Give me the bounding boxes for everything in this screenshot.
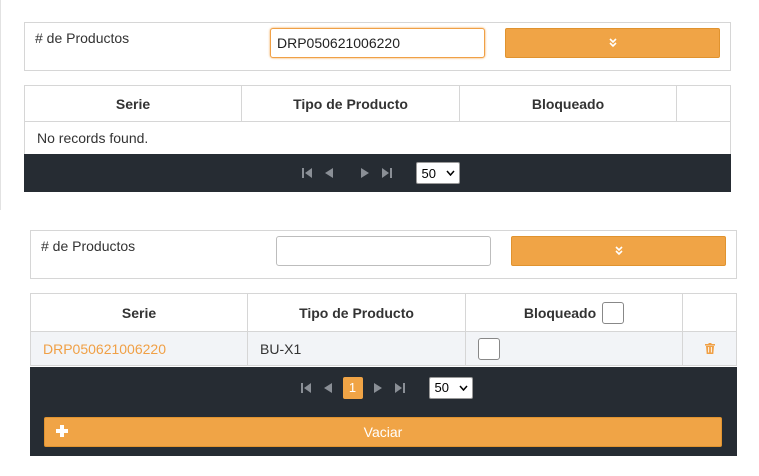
- bloqueado-checkbox[interactable]: [478, 337, 500, 360]
- last-page-icon[interactable]: [376, 162, 398, 184]
- vaciar-label: Vaciar: [363, 424, 403, 440]
- prev-page-icon[interactable]: [318, 162, 340, 184]
- next-page-icon[interactable]: [367, 377, 389, 399]
- table-row[interactable]: DRP050621006220 BU-X1: [31, 332, 736, 366]
- rows-per-page-select[interactable]: 50: [428, 376, 473, 399]
- col-bloqueado-label: Bloqueado: [523, 304, 597, 321]
- actions-cell: [683, 332, 736, 365]
- prev-page-icon[interactable]: [317, 377, 339, 399]
- products-input[interactable]: [276, 236, 491, 266]
- vaciar-button[interactable]: Vaciar: [44, 417, 722, 447]
- rows-per-page-select[interactable]: 50: [415, 162, 460, 184]
- col-tipo-producto[interactable]: Tipo de Producto: [248, 294, 466, 331]
- first-page-icon[interactable]: [295, 377, 317, 399]
- expand-button[interactable]: [511, 236, 726, 266]
- trash-icon[interactable]: [704, 343, 715, 354]
- next-page-icon[interactable]: [354, 162, 376, 184]
- products-input[interactable]: DRP050621006220: [270, 28, 485, 58]
- lower-footer: Vaciar: [30, 408, 737, 456]
- col-serie[interactable]: Serie: [31, 294, 248, 331]
- tipo-cell: BU-X1: [248, 332, 466, 365]
- chevron-down-icon: [458, 385, 468, 391]
- products-label: # de Productos: [41, 238, 136, 254]
- bloqueado-cell: [466, 332, 683, 365]
- rows-per-page-value: 50: [434, 380, 449, 395]
- first-page-icon[interactable]: [296, 162, 318, 184]
- lower-filter-panel: # de Productos: [30, 230, 737, 279]
- table-header: Serie Tipo de Producto Bloqueado: [31, 294, 736, 332]
- upper-paginator: 50: [24, 154, 731, 192]
- table-header: Serie Tipo de Producto Bloqueado: [25, 86, 730, 122]
- upper-filter-panel: # de Productos DRP050621006220: [24, 22, 731, 71]
- expand-button[interactable]: [505, 28, 720, 58]
- col-bloqueado[interactable]: Bloqueado: [460, 86, 677, 121]
- products-label: # de Productos: [35, 30, 130, 46]
- col-serie[interactable]: Serie: [25, 86, 242, 121]
- last-page-icon[interactable]: [389, 377, 411, 399]
- rows-per-page-value: 50: [421, 165, 436, 181]
- serie-link[interactable]: DRP050621006220: [43, 341, 166, 357]
- double-chevron-down-icon: [608, 38, 617, 48]
- col-actions: [677, 86, 730, 121]
- chevron-down-icon: [445, 170, 455, 176]
- bloqueado-all-checkbox[interactable]: [602, 301, 625, 324]
- col-actions: [683, 294, 736, 331]
- col-tipo-producto[interactable]: Tipo de Producto: [242, 86, 460, 121]
- lower-paginator: 1 50: [30, 367, 737, 408]
- plus-icon: [56, 425, 68, 437]
- empty-message: No records found.: [37, 130, 149, 146]
- lower-products-table: Serie Tipo de Producto Bloqueado DRP0506…: [30, 293, 737, 366]
- upper-products-table: Serie Tipo de Producto Bloqueado No reco…: [24, 85, 731, 154]
- serie-cell[interactable]: DRP050621006220: [31, 332, 248, 365]
- page-number-current[interactable]: 1: [342, 376, 363, 399]
- double-chevron-down-icon: [614, 246, 623, 256]
- left-divider: [0, 0, 1, 210]
- col-bloqueado[interactable]: Bloqueado: [466, 294, 683, 331]
